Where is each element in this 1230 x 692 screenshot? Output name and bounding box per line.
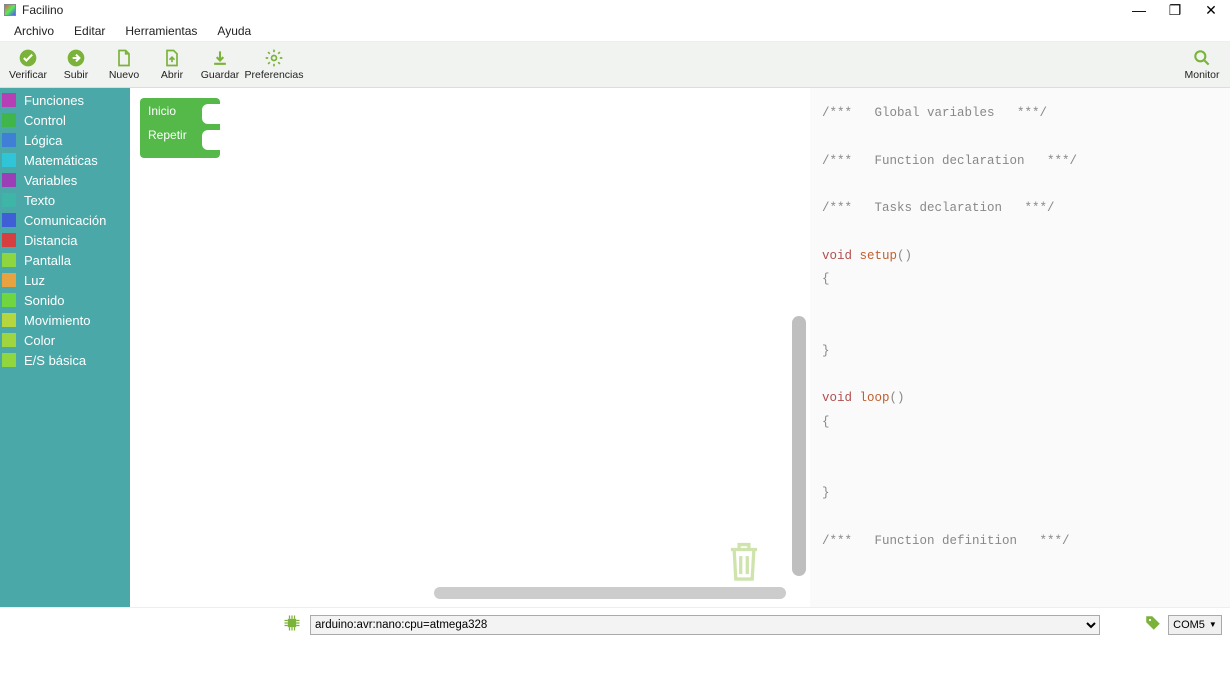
category-swatch: [2, 273, 16, 287]
code-pane: /*** Global variables ***/ /*** Function…: [810, 88, 1230, 607]
monitor-button[interactable]: Monitor: [1178, 43, 1226, 87]
monitor-label: Monitor: [1184, 69, 1219, 81]
nuevo-label: Nuevo: [109, 69, 139, 81]
category-control[interactable]: Control: [0, 110, 130, 130]
category-label: Color: [24, 333, 55, 348]
category-label: Sonido: [24, 293, 64, 308]
check-circle-icon: [18, 48, 38, 68]
category-label: Lógica: [24, 133, 62, 148]
category-swatch: [2, 333, 16, 347]
maximize-button[interactable]: ❐: [1168, 3, 1182, 17]
category-swatch: [2, 293, 16, 307]
category-matemticas[interactable]: Matemáticas: [0, 150, 130, 170]
category-swatch: [2, 173, 16, 187]
verificar-button[interactable]: Verificar: [4, 43, 52, 87]
port-label: COM5: [1173, 619, 1205, 631]
category-label: Comunicación: [24, 213, 106, 228]
file-icon: [114, 48, 134, 68]
control-block[interactable]: Inicio Repetir: [140, 98, 220, 158]
category-label: Distancia: [24, 233, 77, 248]
abrir-label: Abrir: [161, 69, 183, 81]
trash-icon[interactable]: [724, 538, 764, 587]
category-sonido[interactable]: Sonido: [0, 290, 130, 310]
category-label: Luz: [24, 273, 45, 288]
menubar: Archivo Editar Herramientas Ayuda: [0, 20, 1230, 42]
category-label: Movimiento: [24, 313, 90, 328]
category-lgica[interactable]: Lógica: [0, 130, 130, 150]
category-funciones[interactable]: Funciones: [0, 90, 130, 110]
category-swatch: [2, 93, 16, 107]
abrir-button[interactable]: Abrir: [148, 43, 196, 87]
preferencias-label: Preferencias: [245, 69, 304, 81]
category-swatch: [2, 213, 16, 227]
category-label: Pantalla: [24, 253, 71, 268]
magnify-icon: [1192, 48, 1212, 68]
subir-label: Subir: [64, 69, 89, 81]
horizontal-scrollbar[interactable]: [434, 587, 786, 599]
close-button[interactable]: ✕: [1204, 3, 1218, 17]
titlebar: Facilino — ❐ ✕: [0, 0, 1230, 20]
gear-icon: [264, 48, 284, 68]
window-title: Facilino: [22, 3, 63, 17]
vertical-scrollbar[interactable]: [792, 316, 806, 576]
bottom-gap: [0, 641, 1230, 692]
arrow-right-circle-icon: [66, 48, 86, 68]
menu-ayuda[interactable]: Ayuda: [207, 22, 261, 40]
menu-editar[interactable]: Editar: [64, 22, 115, 40]
download-icon: [210, 48, 230, 68]
category-label: Control: [24, 113, 66, 128]
verificar-label: Verificar: [9, 69, 47, 81]
window-controls: — ❐ ✕: [1132, 3, 1226, 17]
chip-icon: [282, 613, 302, 636]
nuevo-button[interactable]: Nuevo: [100, 43, 148, 87]
category-label: Matemáticas: [24, 153, 98, 168]
category-label: Variables: [24, 173, 77, 188]
statusbar: arduino:avr:nano:cpu=atmega328 COM5 ▼: [0, 607, 1230, 641]
category-luz[interactable]: Luz: [0, 270, 130, 290]
minimize-button[interactable]: —: [1132, 3, 1146, 17]
category-texto[interactable]: Texto: [0, 190, 130, 210]
category-comunicacin[interactable]: Comunicación: [0, 210, 130, 230]
board-select[interactable]: arduino:avr:nano:cpu=atmega328: [310, 615, 1100, 635]
chevron-down-icon: ▼: [1209, 620, 1217, 629]
category-color[interactable]: Color: [0, 330, 130, 350]
blocks-canvas[interactable]: Inicio Repetir: [130, 88, 810, 607]
app-icon: [4, 4, 16, 16]
category-sidebar: Funciones Control Lógica Matemáticas Variabl…: [0, 88, 130, 607]
file-up-icon: [162, 48, 182, 68]
category-swatch: [2, 353, 16, 367]
category-esbsica[interactable]: E/S básica: [0, 350, 130, 370]
subir-button[interactable]: Subir: [52, 43, 100, 87]
main-area: Funciones Control Lógica Matemáticas Variabl…: [0, 88, 1230, 607]
guardar-label: Guardar: [201, 69, 240, 81]
category-swatch: [2, 253, 16, 267]
port-select[interactable]: COM5 ▼: [1168, 615, 1222, 635]
toolbar: Verificar Subir Nuevo Abrir Guardar Pref…: [0, 42, 1230, 88]
category-pantalla[interactable]: Pantalla: [0, 250, 130, 270]
category-distancia[interactable]: Distancia: [0, 230, 130, 250]
category-variables[interactable]: Variables: [0, 170, 130, 190]
category-swatch: [2, 193, 16, 207]
menu-archivo[interactable]: Archivo: [4, 22, 64, 40]
category-swatch: [2, 233, 16, 247]
menu-herramientas[interactable]: Herramientas: [115, 22, 207, 40]
guardar-button[interactable]: Guardar: [196, 43, 244, 87]
category-movimiento[interactable]: Movimiento: [0, 310, 130, 330]
category-swatch: [2, 313, 16, 327]
category-swatch: [2, 153, 16, 167]
category-label: Texto: [24, 193, 55, 208]
preferencias-button[interactable]: Preferencias: [244, 43, 304, 87]
category-label: E/S básica: [24, 353, 86, 368]
category-swatch: [2, 133, 16, 147]
category-swatch: [2, 113, 16, 127]
category-label: Funciones: [24, 93, 84, 108]
tag-icon: [1144, 614, 1162, 635]
